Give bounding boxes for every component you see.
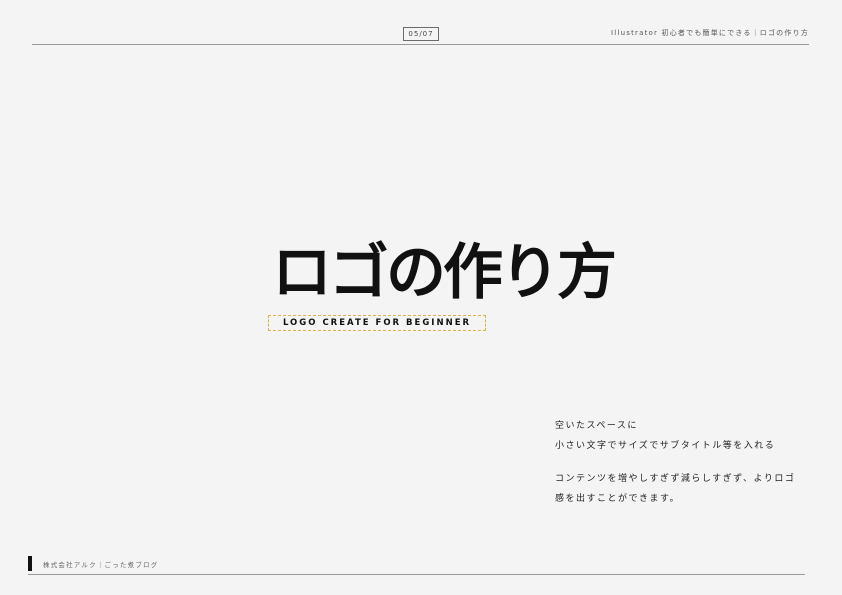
logo-main-text: ロゴの作り方 [272,238,617,308]
footer-rule [28,574,805,575]
paragraph-line: コンテンツを増やしすぎず減らしすぎず、よりロゴ [555,474,796,484]
paragraph: 空いたスペースに 小さい文字でサイズでサブタイトル等を入れる [555,416,815,456]
paragraph-line: 感を出すことができます。 [555,494,681,504]
logo-subtitle: LOGO CREATE FOR BEGINNER [268,315,486,331]
body-text: 空いたスペースに 小さい文字でサイズでサブタイトル等を入れる コンテンツを増やし… [555,416,815,509]
footer-text: 株式会社アルク｜ごった煮ブログ [43,561,159,569]
logo: ロゴの作り方 LOGO CREATE FOR BEGINNER [268,238,617,338]
header-title: Illustrator 初心者でも簡単にできる｜ロゴの作り方 [611,29,809,37]
header-rule [32,44,809,45]
page-number: 05/07 [403,27,439,41]
paragraph: コンテンツを増やしすぎず減らしすぎず、よりロゴ 感を出すことができます。 [555,469,815,509]
footer-accent-bar [28,556,32,571]
paragraph-line: 空いたスペースに [555,421,638,431]
paragraph-line: 小さい文字でサイズでサブタイトル等を入れる [555,441,776,451]
